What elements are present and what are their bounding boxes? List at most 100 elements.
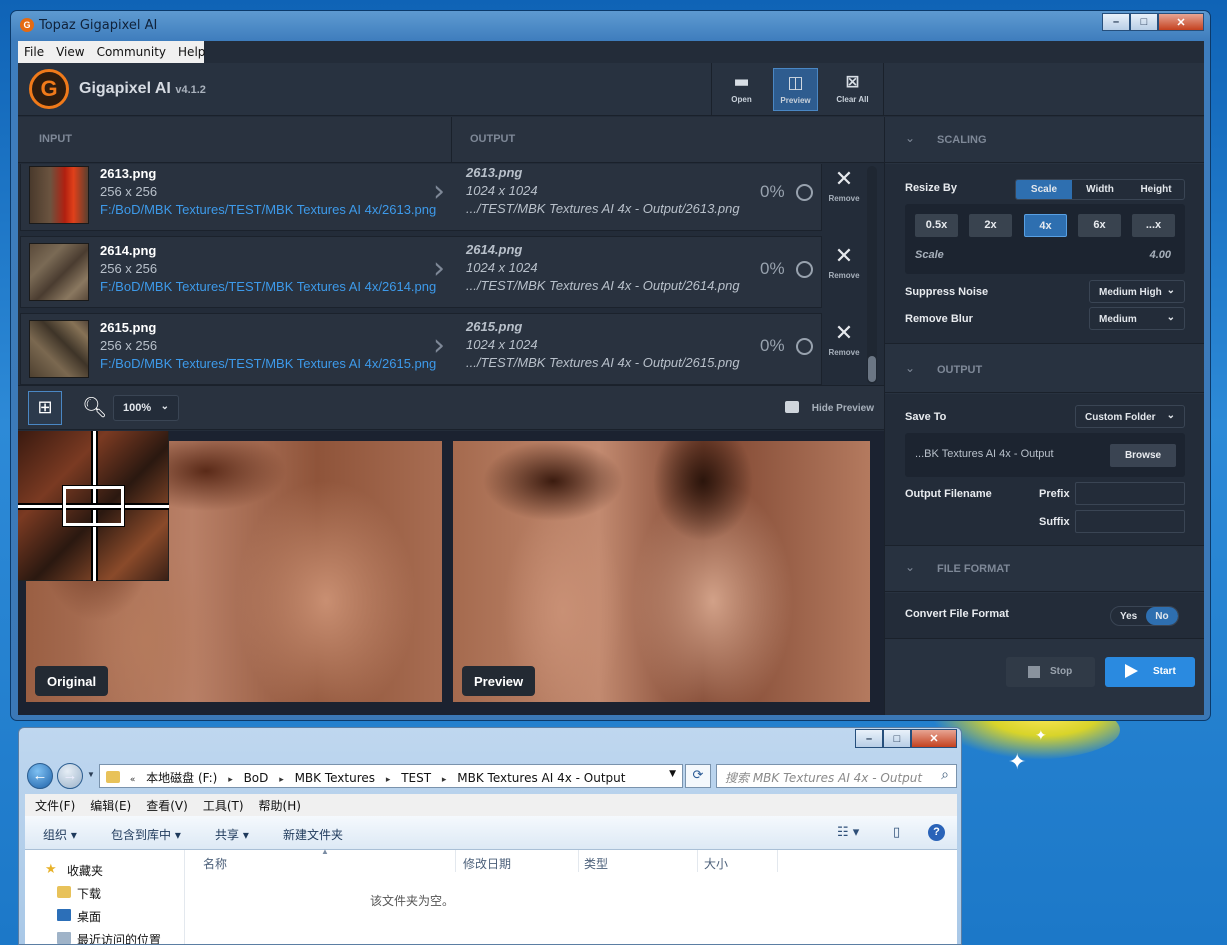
remove-button[interactable]: ✕ Remove	[823, 164, 865, 231]
scale-0-5x-button[interactable]: 0.5x	[915, 214, 958, 237]
start-button[interactable]: Start	[1105, 657, 1195, 687]
explorer-menu-edit[interactable]: 编辑(E)	[80, 797, 136, 814]
scale-custom-button[interactable]: ...x	[1132, 214, 1175, 237]
hide-preview-button[interactable]: Hide Preview	[784, 401, 874, 414]
browse-button[interactable]: Browse	[1110, 444, 1176, 467]
explorer-minimize-button[interactable]: –	[855, 729, 883, 748]
column-modified[interactable]: 修改日期	[463, 855, 511, 872]
star-icon: ★	[45, 862, 57, 877]
refresh-button[interactable]: ⟳	[685, 764, 711, 788]
resize-height-option[interactable]: Height	[1128, 180, 1184, 199]
back-button[interactable]: ←	[27, 763, 53, 789]
file-row[interactable]: 2613.png 256 x 256 F:/BoD/MBK Textures/T…	[20, 164, 822, 231]
scaling-section-header[interactable]: ⌄ SCALING	[885, 117, 1204, 163]
column-name[interactable]: 名称	[203, 855, 227, 872]
open-button[interactable]: ▬ Open	[719, 68, 764, 111]
input-thumbnail	[29, 320, 89, 378]
remove-button[interactable]: ✕ Remove	[823, 313, 865, 385]
resize-scale-option[interactable]: Scale	[1016, 180, 1072, 199]
menu-view[interactable]: View	[50, 45, 90, 59]
organize-button[interactable]: 组织 ▾	[43, 826, 77, 843]
address-bar[interactable]: « 本地磁盘 (F:) ▸ BoD ▸ MBK Textures ▸ TEST …	[99, 764, 683, 788]
split-view-button[interactable]: ⊞	[28, 391, 62, 425]
share-button[interactable]: 共享 ▾	[215, 826, 249, 843]
column-size[interactable]: 大小	[704, 855, 728, 872]
chevron-right-icon: ›	[433, 251, 445, 286]
clear-all-button[interactable]: ⊠ Clear All	[830, 68, 875, 111]
column-type[interactable]: 类型	[584, 855, 608, 872]
breadcrumb-mbk-textures[interactable]: MBK Textures	[295, 771, 375, 785]
include-in-library-button[interactable]: 包含到库中 ▾	[111, 826, 181, 843]
file-row[interactable]: 2614.png 256 x 256 F:/BoD/MBK Textures/T…	[20, 236, 822, 308]
scale-4x-button[interactable]: 4x	[1024, 214, 1067, 237]
resize-width-option[interactable]: Width	[1072, 180, 1128, 199]
column-divider[interactable]	[578, 850, 579, 872]
hide-preview-label: Hide Preview	[811, 403, 874, 414]
close-button[interactable]: ✕	[1158, 13, 1204, 31]
tree-item-downloads[interactable]: 下载	[77, 885, 101, 902]
explorer-menu-file[interactable]: 文件(F)	[25, 797, 80, 814]
explorer-menu-tools[interactable]: 工具(T)	[193, 797, 249, 814]
navigator-thumbnail[interactable]	[18, 431, 169, 581]
column-divider[interactable]	[697, 850, 698, 872]
input-path-link[interactable]: F:/BoD/MBK Textures/TEST/MBK Textures AI…	[100, 279, 436, 294]
zoom-icon[interactable]: 🔍︎	[82, 395, 107, 419]
file-row[interactable]: 2615.png 256 x 256 F:/BoD/MBK Textures/T…	[20, 313, 822, 385]
convert-no-option[interactable]: No	[1146, 607, 1178, 625]
scrollbar-thumb[interactable]	[868, 356, 876, 382]
explorer-search-input[interactable]: 搜索 MBK Textures AI 4x - Output ⌕	[716, 764, 957, 788]
explorer-menu-help[interactable]: 帮助(H)	[249, 797, 306, 814]
explorer-menu-view[interactable]: 查看(V)	[136, 797, 193, 814]
breadcrumb-test[interactable]: TEST	[401, 771, 431, 785]
breadcrumb-separator-icon[interactable]: ▸	[442, 775, 447, 785]
chevron-down-icon: ⌄	[905, 361, 916, 375]
preview-pane-icon[interactable]: ▯	[893, 825, 900, 840]
stop-button[interactable]: Stop	[1006, 657, 1095, 687]
menu-help[interactable]: Help	[172, 45, 211, 59]
input-path-link[interactable]: F:/BoD/MBK Textures/TEST/MBK Textures AI…	[100, 202, 436, 217]
preview-button[interactable]: ◫ Preview	[773, 68, 818, 111]
scale-6x-button[interactable]: 6x	[1078, 214, 1121, 237]
menu-community[interactable]: Community	[91, 45, 172, 59]
breadcrumb-overflow-icon[interactable]: «	[130, 775, 136, 785]
explorer-maximize-button[interactable]: □	[883, 729, 911, 748]
file-list-scrollbar[interactable]	[867, 166, 877, 384]
suppress-noise-select[interactable]: Medium High ⌄	[1089, 280, 1185, 303]
recent-pages-chevron-icon[interactable]: ▼	[87, 770, 95, 779]
help-icon[interactable]: ?	[928, 824, 945, 841]
suffix-input[interactable]	[1075, 510, 1185, 533]
breadcrumb-output-folder[interactable]: MBK Textures AI 4x - Output	[457, 771, 625, 785]
view-options-icon[interactable]: ☷ ▾	[837, 825, 859, 840]
breadcrumb-drive[interactable]: 本地磁盘 (F:)	[146, 771, 217, 785]
save-to-select[interactable]: Custom Folder ⌄	[1075, 405, 1185, 428]
prefix-input[interactable]	[1075, 482, 1185, 505]
address-dropdown-icon[interactable]: ▼	[669, 769, 676, 779]
column-divider[interactable]	[777, 850, 778, 872]
breadcrumb-bod[interactable]: BoD	[244, 771, 269, 785]
remove-button[interactable]: ✕ Remove	[823, 236, 865, 308]
minimize-button[interactable]: –	[1102, 13, 1130, 31]
navigator-viewport-box[interactable]	[62, 485, 125, 527]
menu-file[interactable]: File	[18, 45, 50, 59]
zoom-select[interactable]: 100% ⌄	[113, 395, 179, 421]
scale-2x-button[interactable]: 2x	[969, 214, 1012, 237]
tree-item-desktop[interactable]: 桌面	[77, 908, 101, 925]
convert-yes-option[interactable]: Yes	[1111, 607, 1146, 625]
maximize-button[interactable]: □	[1130, 13, 1158, 31]
breadcrumb-separator-icon[interactable]: ▸	[228, 775, 233, 785]
processed-preview-pane[interactable]: Preview	[453, 441, 870, 702]
remove-blur-select[interactable]: Medium ⌄	[1089, 307, 1185, 330]
tree-item-recent-places[interactable]: 最近访问的位置	[77, 931, 161, 944]
new-folder-button[interactable]: 新建文件夹	[283, 826, 343, 843]
explorer-window: – □ ✕ ← → ▼ « 本地磁盘 (F:) ▸ BoD ▸ MBK Text…	[18, 727, 962, 945]
input-path-link[interactable]: F:/BoD/MBK Textures/TEST/MBK Textures AI…	[100, 356, 436, 371]
breadcrumb-separator-icon[interactable]: ▸	[386, 775, 391, 785]
file-format-section-header[interactable]: ⌄ FILE FORMAT	[885, 546, 1204, 592]
explorer-close-button[interactable]: ✕	[911, 729, 957, 748]
column-divider[interactable]	[455, 850, 456, 872]
breadcrumb-separator-icon[interactable]: ▸	[279, 775, 284, 785]
output-section-header[interactable]: ⌄ OUTPUT	[885, 347, 1204, 393]
scale-value[interactable]: 4.00	[1150, 249, 1171, 261]
forward-button[interactable]: →	[57, 763, 83, 789]
tree-item-favorites[interactable]: 收藏夹	[67, 862, 103, 879]
